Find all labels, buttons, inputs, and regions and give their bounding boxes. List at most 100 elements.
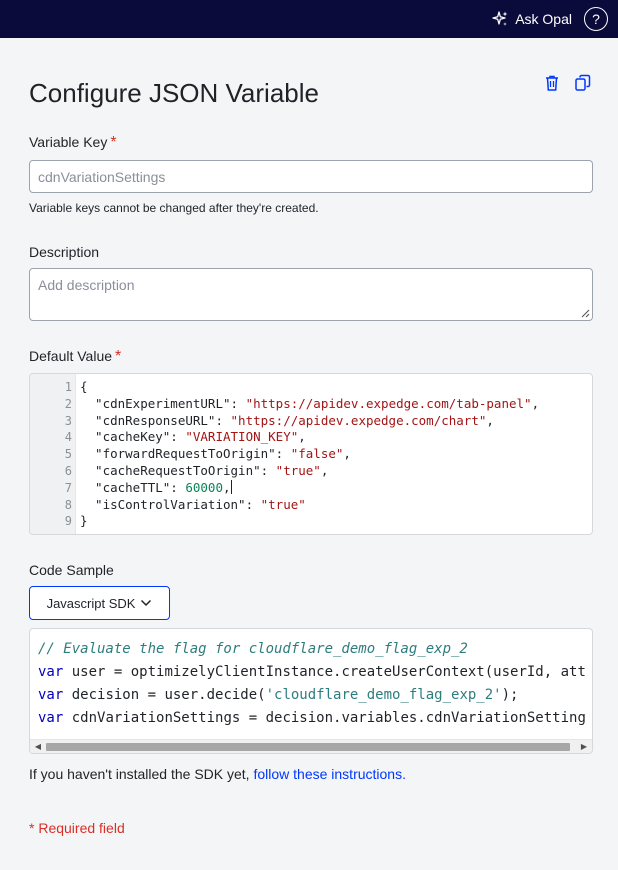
sample-code-line: var cdnVariationSettings = decision.vari… — [38, 707, 586, 730]
scroll-right-icon[interactable]: ▶ — [579, 742, 589, 752]
code-line: 7 "cacheTTL": 60000, — [30, 479, 592, 497]
line-number: 4 — [64, 430, 72, 445]
trash-icon — [546, 75, 558, 91]
header-actions — [544, 74, 592, 92]
code-line: 6 "cacheRequestToOrigin": "true", — [30, 463, 592, 480]
install-note-text: If you haven't installed the SDK yet, — [29, 766, 254, 782]
description-textarea[interactable]: Add description — [29, 268, 593, 321]
code-token: "https://apidev.expedge.com/tab-panel" — [245, 395, 532, 411]
chevron-down-icon — [141, 599, 152, 607]
code-token: "forwardRequestToOrigin": — [80, 446, 291, 462]
code-token: , — [531, 395, 540, 411]
code-token: ); — [501, 687, 519, 703]
code-token: { — [80, 379, 88, 394]
code-sample-label: Code Sample — [29, 562, 114, 578]
code-text: "cdnExperimentURL": "https://apidev.expe… — [80, 396, 539, 413]
code-token: user = optimizelyClientInstance.createUs… — [63, 664, 586, 680]
help-icon[interactable]: ? — [584, 7, 608, 31]
help-label: ? — [592, 11, 600, 27]
code-token: , — [320, 462, 329, 478]
json-editor[interactable]: 1{2 "cdnExperimentURL": "https://apidev.… — [29, 373, 593, 535]
code-token: var — [38, 664, 64, 680]
json-code-lines: 1{2 "cdnExperimentURL": "https://apidev.… — [30, 379, 592, 530]
code-text: "cacheKey": "VARIATION_KEY", — [80, 429, 306, 446]
sample-code-line: var decision = user.decide('cloudflare_d… — [38, 684, 586, 707]
sdk-select-button[interactable]: Javascript SDK — [29, 586, 170, 620]
code-token: "cdnExperimentURL": — [80, 395, 246, 411]
copy-button[interactable] — [574, 74, 592, 92]
code-token: "https://apidev.expedge.com/chart" — [230, 412, 487, 428]
top-bar: Ask Opal ? — [0, 0, 618, 38]
code-token: cdnVariationSettings = decision.variable… — [63, 710, 586, 726]
line-number: 6 — [64, 463, 72, 478]
default-value-label: Default Value * — [29, 348, 121, 366]
line-number: 5 — [64, 447, 72, 462]
code-line: 5 "forwardRequestToOrigin": "false", — [30, 446, 592, 463]
code-token: "VARIATION_KEY" — [185, 429, 299, 445]
line-number: 1 — [64, 380, 72, 394]
code-line: 1{ — [30, 379, 592, 396]
code-token: decision = user.decide( — [63, 687, 266, 703]
code-token: "isControlVariation": — [80, 496, 261, 512]
code-token: "cdnResponseURL": — [80, 412, 231, 428]
horizontal-scrollbar[interactable]: ◀ ▶ — [30, 739, 592, 753]
line-number: 2 — [64, 396, 72, 411]
line-number: 9 — [64, 514, 72, 529]
ask-opal-button[interactable]: Ask Opal — [491, 10, 572, 28]
code-text: { — [80, 379, 88, 396]
code-text: } — [80, 513, 88, 530]
description-label: Description — [29, 244, 100, 260]
sample-code-line: var user = optimizelyClientInstance.crea… — [38, 661, 586, 684]
code-token: "cacheTTL": — [80, 479, 186, 495]
install-instructions-link[interactable]: follow these instructions. — [253, 766, 406, 782]
code-text: "cdnResponseURL": "https://apidev.expedg… — [80, 413, 494, 430]
description-placeholder: Add description — [38, 277, 135, 293]
code-token: } — [80, 513, 88, 529]
sparkle-icon — [492, 11, 508, 26]
line-number: 8 — [64, 497, 72, 512]
ask-opal-label: Ask Opal — [515, 11, 572, 27]
delete-button[interactable] — [544, 74, 560, 92]
code-token: , — [343, 446, 351, 462]
line-number: 7 — [64, 480, 72, 495]
sample-code-line: // Evaluate the flag for cloudflare_demo… — [38, 638, 586, 661]
code-text: "forwardRequestToOrigin": "false", — [80, 446, 351, 463]
required-field-note: * Required field — [29, 820, 125, 836]
code-token: , — [486, 412, 494, 428]
code-text: "cacheRequestToOrigin": "true", — [80, 463, 328, 480]
code-line: 3 "cdnResponseURL": "https://apidev.expe… — [30, 413, 592, 430]
variable-key-label-text: Variable Key — [29, 134, 108, 150]
scroll-left-icon[interactable]: ◀ — [33, 742, 43, 752]
code-token: 'cloudflare_demo_flag_exp_2' — [265, 687, 502, 703]
configure-panel: Configure JSON Variable Variable Key * cd… — [0, 38, 618, 870]
code-token: // Evaluate the flag for cloudflare_demo… — [38, 641, 468, 657]
code-token: var — [38, 687, 64, 703]
variable-key-label: Variable Key * — [29, 134, 117, 152]
code-text: "isControlVariation": "true" — [80, 497, 306, 514]
variable-key-helper: Variable keys cannot be changed after th… — [29, 201, 319, 215]
sdk-select-label: Javascript SDK — [46, 595, 136, 611]
code-token: , — [223, 479, 231, 495]
resize-grip-icon[interactable] — [581, 309, 590, 318]
text-cursor — [230, 479, 232, 494]
code-token: 60000 — [185, 479, 223, 495]
code-sample-block[interactable]: // Evaluate the flag for cloudflare_demo… — [29, 628, 593, 754]
variable-key-value: cdnVariationSettings — [38, 168, 166, 185]
code-line: 4 "cacheKey": "VARIATION_KEY", — [30, 429, 592, 446]
code-token: var — [38, 710, 64, 726]
copy-icon — [575, 74, 591, 91]
code-line: 2 "cdnExperimentURL": "https://apidev.ex… — [30, 396, 592, 413]
code-token: "true" — [275, 462, 321, 478]
required-asterisk: * — [115, 348, 122, 365]
code-token: , — [298, 429, 306, 445]
code-token: "false" — [290, 446, 344, 462]
code-line: 9} — [30, 513, 592, 530]
required-asterisk: * — [110, 134, 117, 151]
page-title: Configure JSON Variable — [29, 78, 319, 108]
code-text: "cacheTTL": 60000, — [80, 479, 232, 497]
code-token: "true" — [260, 496, 306, 512]
scrollbar-thumb[interactable] — [46, 743, 570, 751]
variable-key-input[interactable]: cdnVariationSettings — [29, 160, 593, 193]
line-number: 3 — [64, 413, 72, 428]
default-value-label-text: Default Value — [29, 348, 113, 364]
